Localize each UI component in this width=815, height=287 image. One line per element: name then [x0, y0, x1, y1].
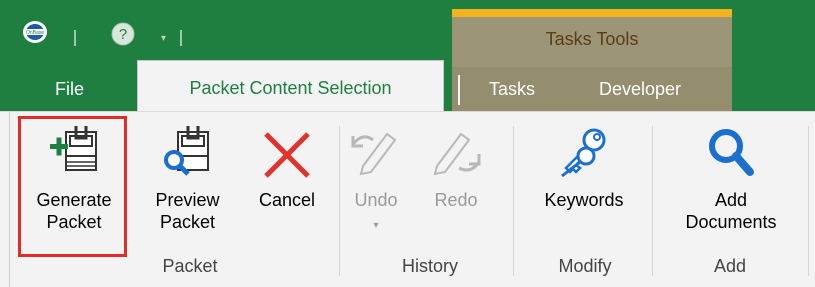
preview-packet-button[interactable]: Preview Packet	[140, 112, 235, 233]
group-label-history: History	[401, 256, 458, 276]
cancel-button[interactable]: Cancel	[243, 112, 331, 211]
ribbon-left-border	[9, 112, 10, 287]
app-window: OnBase ? ▾ Tasks Tools File Packet Conte…	[0, 0, 815, 287]
group-separator	[652, 126, 653, 276]
add-documents-icon	[709, 129, 754, 176]
ribbon-panel: Generate Packet Preview Packet Cancel Un…	[0, 111, 815, 287]
onbase-logo-icon[interactable]: OnBase	[22, 20, 48, 44]
ribbon-tab-row: File Packet Content Selection Tasks Deve…	[0, 60, 815, 112]
undo-icon	[351, 132, 397, 176]
qat-separator	[74, 30, 76, 46]
contextual-tab-group: Tasks Tools	[452, 9, 732, 67]
tab-packet-content-selection[interactable]: Packet Content Selection	[137, 60, 444, 112]
quick-access-dropdown-icon[interactable]: ▾	[161, 33, 166, 44]
redo-label: Redo	[434, 190, 478, 210]
contextual-separator	[458, 75, 460, 105]
redo-icon	[433, 132, 481, 176]
group-label-packet: Packet	[162, 256, 218, 276]
group-label-modify: Modify	[558, 256, 612, 276]
group-separator	[808, 126, 809, 276]
svg-text:OnBase: OnBase	[26, 30, 44, 36]
contextual-group-label: Tasks Tools	[545, 29, 639, 49]
group-label-add: Add	[713, 256, 747, 276]
generate-packet-icon	[50, 126, 97, 171]
help-icon[interactable]: ?	[111, 22, 135, 46]
add-documents-label: Add Documents	[685, 190, 777, 232]
tab-developer[interactable]: Developer	[585, 67, 695, 111]
title-bar: OnBase ? ▾ Tasks Tools	[0, 0, 815, 67]
keywords-icon	[561, 128, 606, 178]
qat-separator	[180, 30, 182, 46]
tab-tasks[interactable]: Tasks	[472, 67, 552, 111]
undo-label: Undo	[354, 190, 398, 210]
preview-packet-label: Preview Packet	[155, 190, 220, 232]
undo-dropdown-icon[interactable]: ▾	[373, 220, 378, 231]
tab-file[interactable]: File	[42, 67, 97, 111]
group-separator	[339, 126, 340, 276]
generate-packet-label: Generate Packet	[36, 190, 112, 232]
group-separator	[513, 126, 514, 276]
keywords-button[interactable]: Keywords	[525, 112, 643, 211]
add-documents-button[interactable]: Add Documents	[656, 112, 806, 233]
redo-button[interactable]: Redo	[425, 112, 487, 211]
generate-packet-button[interactable]: Generate Packet	[24, 112, 124, 233]
help-glyph: ?	[119, 26, 127, 43]
undo-button[interactable]: Undo ▾	[345, 112, 407, 237]
cancel-x-icon	[264, 132, 310, 178]
cancel-label: Cancel	[258, 190, 316, 210]
preview-packet-icon	[163, 126, 209, 176]
keywords-label: Keywords	[544, 190, 624, 210]
